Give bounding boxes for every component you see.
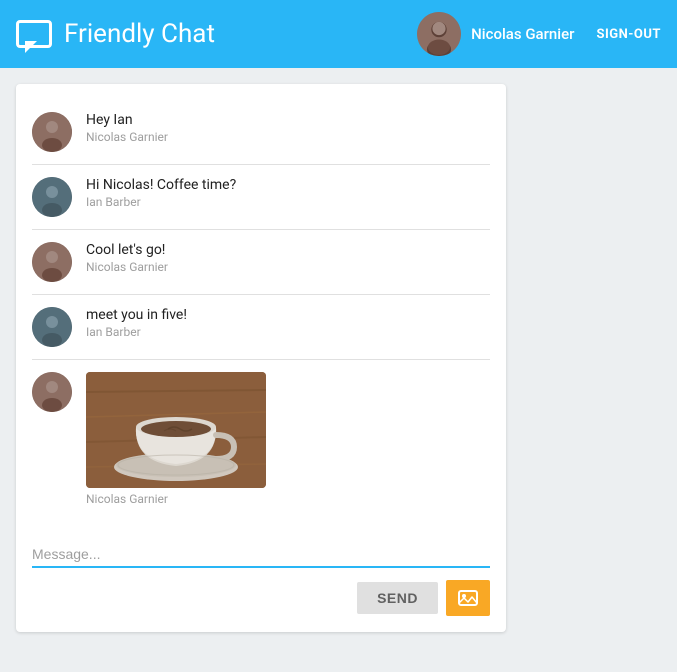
message-body: meet you in five! Ian Barber — [86, 307, 490, 339]
user-info: Nicolas Garnier SIGN-OUT — [417, 12, 661, 56]
message-item: Hey Ian Nicolas Garnier — [32, 100, 490, 165]
input-area: SEND — [16, 534, 506, 632]
send-button[interactable]: SEND — [357, 582, 438, 614]
signout-button[interactable]: SIGN-OUT — [596, 27, 661, 42]
message-item: meet you in five! Ian Barber — [32, 295, 490, 360]
message-body: Hey Ian Nicolas Garnier — [86, 112, 490, 144]
message-author: Ian Barber — [86, 325, 490, 339]
image-upload-button[interactable] — [446, 580, 490, 616]
input-actions: SEND — [32, 580, 490, 616]
app-logo: Friendly Chat — [16, 19, 417, 49]
avatar-nicolas — [32, 112, 72, 152]
message-text: meet you in five! — [86, 307, 490, 323]
message-body: Cool let's go! Nicolas Garnier — [86, 242, 490, 274]
app-header: Friendly Chat Nicolas Garnier SIGN-OUT — [0, 0, 677, 68]
message-text: Hey Ian — [86, 112, 490, 128]
chat-card: Hey Ian Nicolas Garnier Hi Nicolas! Coff… — [16, 84, 506, 632]
message-author: Nicolas Garnier — [86, 260, 490, 274]
main-content: Hey Ian Nicolas Garnier Hi Nicolas! Coff… — [0, 68, 677, 648]
message-author: Nicolas Garnier — [86, 492, 490, 506]
avatar-ian — [32, 177, 72, 217]
message-author: Ian Barber — [86, 195, 490, 209]
header-avatar — [417, 12, 461, 56]
message-text: Hi Nicolas! Coffee time? — [86, 177, 490, 193]
message-item: Nicolas Garnier — [32, 360, 490, 518]
chat-icon — [16, 20, 52, 48]
messages-list: Hey Ian Nicolas Garnier Hi Nicolas! Coff… — [16, 84, 506, 534]
message-text: Cool let's go! — [86, 242, 490, 258]
message-item: Cool let's go! Nicolas Garnier — [32, 230, 490, 295]
message-item: Hi Nicolas! Coffee time? Ian Barber — [32, 165, 490, 230]
message-body: Nicolas Garnier — [86, 372, 490, 506]
message-input[interactable] — [32, 542, 490, 568]
header-username: Nicolas Garnier — [471, 25, 574, 43]
message-author: Nicolas Garnier — [86, 130, 490, 144]
avatar-nicolas — [32, 242, 72, 282]
avatar-ian — [32, 307, 72, 347]
coffee-image — [86, 372, 266, 488]
message-body: Hi Nicolas! Coffee time? Ian Barber — [86, 177, 490, 209]
avatar-nicolas — [32, 372, 72, 412]
app-title: Friendly Chat — [64, 19, 215, 49]
image-icon — [457, 587, 479, 609]
